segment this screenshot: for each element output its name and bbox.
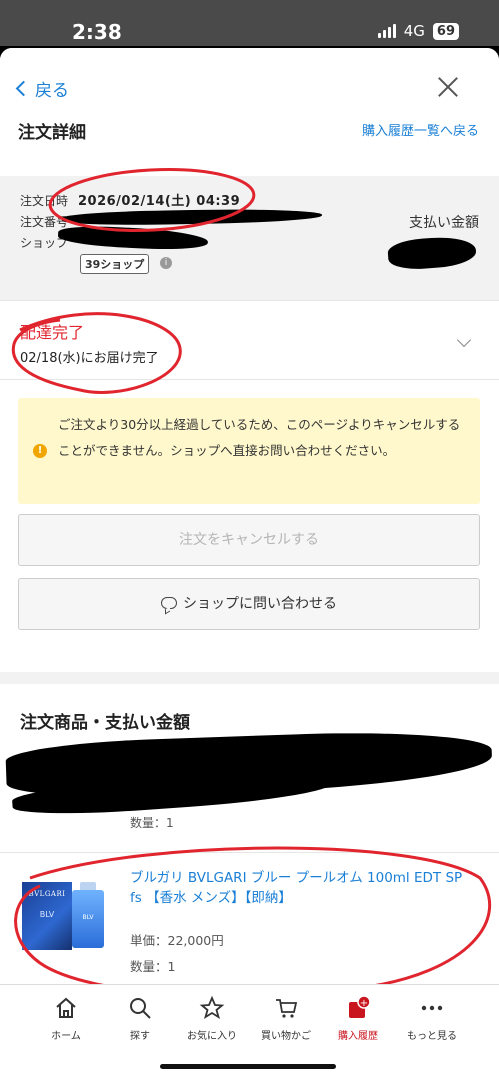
network-type: 4G: [403, 22, 425, 40]
nav-item-search[interactable]: 探す: [100, 995, 180, 1042]
header: 戻る 注文詳細 購入履歴一覧へ戻る: [0, 48, 499, 166]
redaction-mark: [387, 234, 477, 272]
order-number-label: 注文番号: [20, 215, 69, 229]
purchase-history-badge: +: [360, 998, 368, 1009]
contact-shop-label: ショップに問い合わせる: [183, 596, 337, 612]
product-image[interactable]: BVLGARI BLV BLV: [22, 882, 108, 950]
nav-item-cart[interactable]: 買い物かご: [246, 995, 326, 1042]
chevron-left-icon: [15, 80, 32, 97]
order-detail-sheet: 戻る 注文詳細 購入履歴一覧へ戻る 注文日時 2026/02/14(土) 04:…: [0, 48, 499, 1080]
cancel-order-button[interactable]: 注文をキャンセルする: [18, 514, 480, 566]
products-heading: 注文商品・支払い金額: [20, 713, 190, 733]
star-icon: [199, 995, 225, 1019]
delivery-status-row[interactable]: 配達完了 02/18(水)にお届け完了: [0, 300, 499, 380]
status-indicators: 4G 69: [377, 22, 459, 40]
home-icon: [56, 997, 76, 1018]
back-label: 戻る: [35, 81, 69, 101]
history-link[interactable]: 購入履歴一覧へ戻る: [362, 120, 479, 139]
home-indicator[interactable]: [160, 1064, 336, 1069]
close-icon[interactable]: [437, 76, 459, 98]
delivery-date: 02/18(水)にお届け完了: [20, 351, 159, 366]
product-quantity: 数量：1: [130, 959, 176, 974]
search-icon: [130, 998, 151, 1019]
nav-item-home[interactable]: ホーム: [26, 995, 106, 1042]
divider: [0, 852, 499, 853]
product-name-link[interactable]: ブルガリ BVLGARI ブルー プールオム 100ml EDT SP fs 【…: [130, 868, 475, 908]
redaction-mark: [61, 207, 323, 227]
notice-text: ご注文より30分以上経過しているため、このページよりキャンセルすることができませ…: [58, 417, 461, 458]
nav-item-more[interactable]: もっと見る: [392, 995, 472, 1042]
box-product-text: BLV: [39, 910, 55, 919]
nav-label-more: もっと見る: [407, 1031, 457, 1042]
cancel-notice: ! ご注文より30分以上経過しているため、このページよりキャンセルすることができ…: [18, 398, 480, 504]
order-date-value: 2026/02/14(土) 04:39: [78, 194, 241, 209]
info-icon[interactable]: i: [160, 257, 172, 269]
order-info: 注文日時 2026/02/14(土) 04:39 注文番号 ショップ 支払い金額…: [0, 176, 499, 300]
nav-item-purchase-history[interactable]: + 購入履歴: [318, 995, 398, 1042]
payment-label: 支払い金額: [409, 215, 479, 231]
nav-item-favorites[interactable]: お気に入り: [172, 995, 252, 1042]
chat-icon: [161, 597, 177, 609]
battery-icon: 69: [432, 22, 459, 40]
status-bar: 2:38 4G 69: [0, 0, 499, 46]
nav-label-favorites: お気に入り: [187, 1031, 237, 1042]
order-date-label: 注文日時: [20, 194, 69, 208]
more-icon: [421, 1005, 443, 1011]
product-price: 単価：22,000円: [130, 933, 224, 948]
nav-label-cart: 買い物かご: [261, 1031, 311, 1042]
signal-icon: [377, 24, 396, 38]
bottle-label: BLV: [82, 914, 94, 921]
page-title: 注文詳細: [18, 123, 86, 143]
shop-badge[interactable]: 39ショップ: [80, 254, 150, 274]
delivery-status: 配達完了: [20, 323, 85, 342]
alert-icon: !: [33, 444, 47, 458]
nav-label-purchase-history: 購入履歴: [338, 1031, 378, 1042]
redaction-mark: [57, 224, 209, 252]
cart-icon: [276, 999, 298, 1018]
back-button[interactable]: 戻る: [15, 76, 69, 101]
nav-label-search: 探す: [130, 1031, 150, 1042]
status-time: 2:38: [72, 20, 122, 44]
chevron-down-icon[interactable]: [456, 332, 472, 348]
contact-shop-button[interactable]: ショップに問い合わせる: [18, 578, 480, 630]
purchase-history-icon: +: [349, 995, 371, 1018]
box-brand-text: BVLGARI: [28, 890, 66, 898]
partial-quantity: 数量：1: [130, 816, 174, 830]
nav-label-home: ホーム: [51, 1031, 81, 1042]
